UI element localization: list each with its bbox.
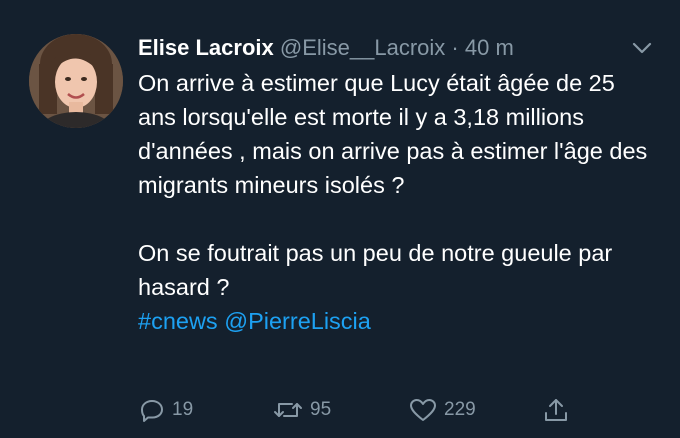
display-name[interactable]: Elise Lacroix [138,35,274,60]
tweet[interactable]: Elise Lacroix @Elise__Lacroix · 40 m On … [0,0,680,438]
avatar[interactable] [29,34,123,128]
chevron-down-icon[interactable] [630,40,654,56]
like-count: 229 [444,399,476,420]
retweet-count: 95 [310,399,332,420]
tweet-text: On arrive à estimer que Lucy était âgée … [138,66,658,338]
retweet-icon [272,396,304,424]
tweet-paragraph-2: On se foutrait pas un peu de notre gueul… [138,240,613,300]
tweet-links: #cnews @PierreLiscia [138,304,658,338]
tweet-paragraph-1: On arrive à estimer que Lucy était âgée … [138,70,648,198]
timestamp[interactable]: 40 m [465,35,514,60]
reply-button[interactable]: 19 [138,390,193,430]
share-button[interactable] [542,390,570,430]
mention-link[interactable]: @PierreLiscia [224,308,371,334]
share-icon [542,396,570,424]
like-icon [408,396,438,424]
reply-icon [138,396,166,424]
user-handle[interactable]: @Elise__Lacroix [280,35,445,60]
hashtag-link[interactable]: #cnews [138,308,218,334]
tweet-header: Elise Lacroix @Elise__Lacroix · 40 m [138,34,514,62]
like-button[interactable]: 229 [408,390,476,430]
reply-count: 19 [172,399,194,420]
separator: · [451,35,459,60]
retweet-button[interactable]: 95 [272,390,331,430]
tweet-actions: 19 95 229 [138,390,578,430]
